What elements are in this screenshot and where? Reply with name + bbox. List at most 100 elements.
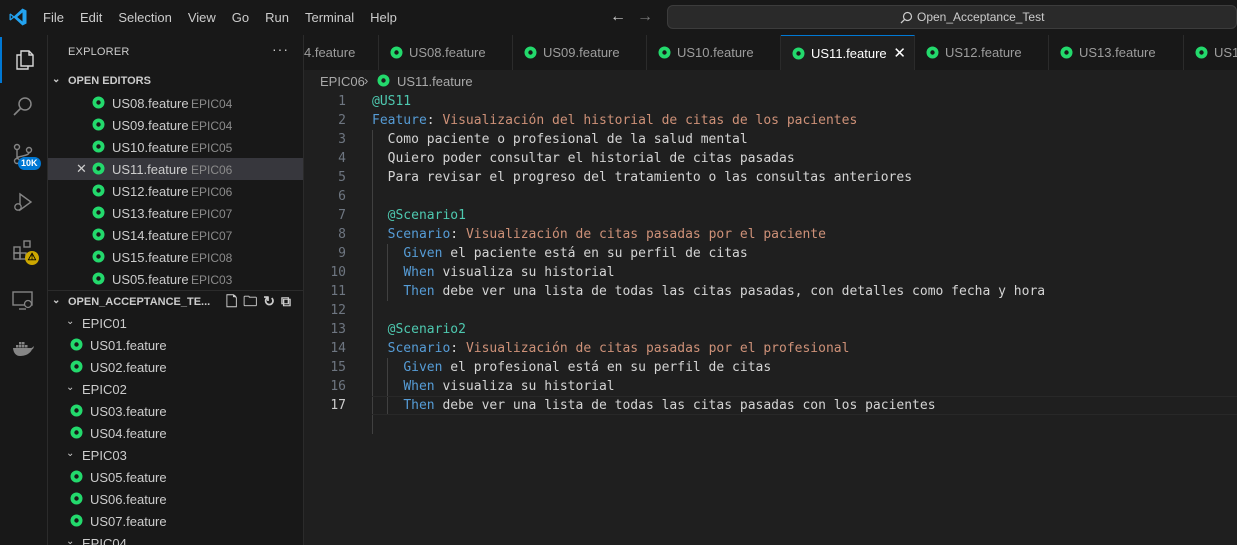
activity-bar: 10K ⚠ [0, 35, 48, 545]
editor-tab[interactable]: US1 [1184, 35, 1237, 70]
search-activity-button[interactable] [0, 83, 47, 129]
open-editor-name: US13.feature [112, 206, 189, 221]
files-icon [16, 50, 34, 70]
editor-tab[interactable]: US10.feature [647, 35, 781, 70]
code-line[interactable]: 15 Given el profesional está en su perfi… [304, 358, 1237, 377]
menu-run[interactable]: Run [257, 0, 297, 35]
line-number: 12 [330, 303, 346, 318]
cucumber-file-icon [92, 140, 105, 153]
editor-tab[interactable]: US08.feature [379, 35, 513, 70]
remote-explorer-activity-button[interactable] [0, 277, 47, 323]
file-name: US07.feature [90, 514, 167, 529]
docker-activity-button[interactable] [0, 325, 47, 371]
arrow-right-icon[interactable]: → [637, 9, 653, 25]
code-editor[interactable]: 1 @US11 2 Feature: Visualización del histor… [304, 92, 1237, 545]
open-editors-header[interactable]: ⌄ OPEN EDITORS [48, 70, 303, 92]
tree-file[interactable]: US05.feature [48, 466, 303, 488]
project-header[interactable]: ⌄ OPEN_ACCEPTANCE_TE... 🗋 🗀 ↻ ⧉ [48, 290, 303, 313]
extensions-activity-button[interactable]: ⚠ [0, 227, 47, 273]
code-text: Scenario: Visualización de citas pasadas… [372, 225, 826, 244]
code-line[interactable]: 16 When visualiza su historial [304, 377, 1237, 396]
tree-file[interactable]: US02.feature [48, 356, 303, 378]
code-token: Given [403, 246, 443, 261]
tab-label: US12.feature [945, 45, 1022, 60]
menu-help[interactable]: Help [362, 0, 405, 35]
breadcrumb-file[interactable]: US11.feature [397, 74, 473, 89]
code-line[interactable]: 4 Quiero poder consultar el historial de… [304, 149, 1237, 168]
editor-tab[interactable]: US12.feature [915, 35, 1049, 70]
code-line[interactable]: 17 Then debe ver una lista de todas las … [304, 396, 1237, 415]
code-line[interactable]: 13 @Scenario2 [304, 320, 1237, 339]
open-editor-item[interactable]: US10.feature EPIC05 [48, 136, 303, 158]
code-token: : [450, 341, 466, 356]
open-editor-item[interactable]: US05.feature EPIC03 [48, 268, 303, 290]
menu-go[interactable]: Go [224, 0, 257, 35]
explorer-activity-button[interactable] [0, 37, 47, 83]
close-icon[interactable]: ✕ [893, 44, 906, 62]
tree-folder[interactable]: ⌄ EPIC03 [48, 444, 303, 466]
menu-edit[interactable]: Edit [72, 0, 110, 35]
cucumber-file-icon [70, 360, 83, 373]
tree-folder[interactable]: ⌄ EPIC02 [48, 378, 303, 400]
source-control-activity-button[interactable]: 10K [0, 131, 47, 177]
breadcrumb-folder[interactable]: EPIC06 [320, 74, 365, 89]
warning-badge: ⚠ [25, 251, 39, 265]
code-line[interactable]: 5 Para revisar el progreso del tratamien… [304, 168, 1237, 187]
code-token: Given [403, 360, 443, 375]
code-line[interactable]: 2 Feature: Visualización del historial de… [304, 111, 1237, 130]
open-editor-item[interactable]: US09.feature EPIC04 [48, 114, 303, 136]
tree-file[interactable]: US06.feature [48, 488, 303, 510]
open-editor-item[interactable]: US08.feature EPIC04 [48, 92, 303, 114]
code-line[interactable]: 3 Como paciente o profesional de la salu… [304, 130, 1237, 149]
refresh-icon[interactable]: ↻ [263, 294, 275, 308]
editor-tab[interactable]: 4.feature [304, 35, 379, 70]
editor-tab[interactable]: US13.feature [1049, 35, 1184, 70]
open-editor-name: US09.feature [112, 118, 189, 133]
open-editor-item[interactable]: US12.feature EPIC06 [48, 180, 303, 202]
tree-file[interactable]: US03.feature [48, 400, 303, 422]
tree-file[interactable]: US04.feature [48, 422, 303, 444]
cucumber-file-icon [1060, 46, 1073, 59]
code-line[interactable]: 9 Given el paciente está en su perfil de… [304, 244, 1237, 263]
code-line[interactable]: 11 Then debe ver una lista de todas las … [304, 282, 1237, 301]
folder-name: EPIC04 [82, 536, 127, 545]
folder-name: EPIC02 [82, 382, 127, 397]
more-actions-button[interactable]: ··· [272, 41, 289, 57]
open-editor-item[interactable]: US15.feature EPIC08 [48, 246, 303, 268]
code-token: Then [403, 398, 435, 413]
tree-folder[interactable]: ⌄ EPIC04 [48, 532, 303, 545]
code-line[interactable]: 10 When visualiza su historial [304, 263, 1237, 282]
code-line[interactable]: 7 @Scenario1 [304, 206, 1237, 225]
menu-file[interactable]: File [35, 0, 72, 35]
tree-folder[interactable]: ⌄ EPIC01 [48, 312, 303, 334]
editor-tab[interactable]: US11.feature ✕ [781, 35, 915, 70]
code-line[interactable]: 8 Scenario: Visualización de citas pasad… [304, 225, 1237, 244]
menu-view[interactable]: View [180, 0, 224, 35]
new-folder-icon[interactable]: 🗀 [243, 294, 257, 308]
code-line[interactable]: 12 [304, 301, 1237, 320]
open-editor-item[interactable]: US13.feature EPIC07 [48, 202, 303, 224]
code-token: Como paciente o profesional de la salud … [372, 132, 748, 147]
run-debug-activity-button[interactable] [0, 179, 47, 225]
code-line[interactable]: 14 Scenario: Visualización de citas pasa… [304, 339, 1237, 358]
cucumber-file-icon [70, 426, 83, 439]
code-line[interactable]: 1 @US11 [304, 92, 1237, 111]
open-editor-item[interactable]: ✕ US11.feature EPIC06 [48, 158, 303, 180]
new-file-icon[interactable]: 🗋 [226, 294, 237, 308]
menu-selection[interactable]: Selection [110, 0, 179, 35]
editor-tab[interactable]: US09.feature [513, 35, 647, 70]
menu-terminal[interactable]: Terminal [297, 0, 362, 35]
close-icon[interactable]: ✕ [76, 161, 87, 177]
tree-file[interactable]: US01.feature [48, 334, 303, 356]
line-number: 8 [338, 227, 346, 242]
collapse-all-icon[interactable]: ⧉ [281, 294, 291, 308]
code-token: @Scenario2 [387, 322, 466, 337]
command-center-search[interactable]: Open_Acceptance_Test [667, 5, 1237, 29]
code-line[interactable]: 6 [304, 187, 1237, 206]
tree-file[interactable]: US07.feature [48, 510, 303, 532]
line-number: 11 [330, 284, 346, 299]
open-editor-item[interactable]: US14.feature EPIC07 [48, 224, 303, 246]
arrow-left-icon[interactable]: ← [610, 9, 626, 25]
